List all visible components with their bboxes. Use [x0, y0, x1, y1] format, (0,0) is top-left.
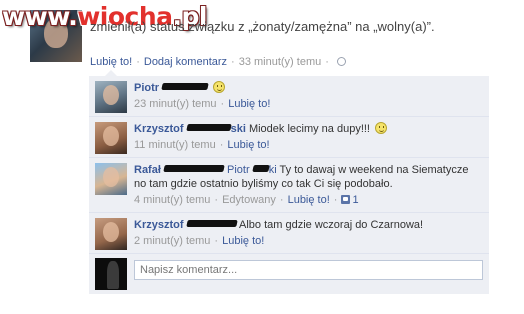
redaction-mark	[185, 220, 238, 227]
comment-text: Miodek lecimy na dupy!!!	[248, 123, 370, 135]
comments-list: Piotr 23 minut(y) temu · Lubię to! Krzyszt…	[89, 76, 489, 294]
post-timestamp[interactable]: 33 minut(y) temu	[239, 56, 322, 68]
comment-like-link[interactable]: Lubię to!	[222, 235, 264, 247]
comment-item: Rafał Piotr ki Ty to dawaj w weekend na …	[89, 158, 489, 213]
like-count[interactable]: 1	[352, 194, 358, 206]
commenter-avatar[interactable]	[95, 122, 127, 154]
like-link[interactable]: Lubię to!	[90, 56, 132, 68]
post-actions: Lubię to! · Dodaj komentarz · 33 minut(y) te…	[90, 56, 346, 68]
edited-label[interactable]: Edytowany	[222, 194, 276, 206]
redaction-mark	[185, 124, 232, 131]
commenter-avatar[interactable]	[95, 81, 127, 113]
comment-item: Piotr 23 minut(y) temu · Lubię to!	[89, 76, 489, 117]
comment-composer	[89, 254, 489, 294]
commenter-avatar[interactable]	[95, 163, 127, 195]
comment-timestamp[interactable]: 2 minut(y) temu	[134, 235, 210, 247]
smiley-icon	[213, 81, 226, 93]
comment-item: Krzysztof Albo tam gdzie wczoraj do Czar…	[89, 213, 489, 254]
add-comment-link[interactable]: Dodaj komentarz	[144, 56, 227, 68]
comment-author[interactable]: Piotr	[134, 82, 159, 94]
globe-icon	[336, 57, 346, 66]
comment-author[interactable]: Rafał	[134, 164, 225, 176]
thumbs-up-icon	[341, 195, 351, 204]
redaction-mark	[161, 83, 209, 90]
comment-like-link[interactable]: Lubię to!	[228, 98, 270, 110]
comment-text: Albo tam gdzie wczoraj do Czarnowa!	[239, 219, 424, 231]
redaction-mark	[251, 165, 270, 172]
mention-link[interactable]: Piotr ki	[227, 164, 277, 176]
comment-input[interactable]	[134, 260, 483, 280]
redaction-mark	[163, 165, 225, 172]
comment-author[interactable]: Krzysztof	[134, 219, 238, 231]
comment-like-link[interactable]: Lubię to!	[288, 194, 330, 206]
status-update-text: zmienił(a) status związku z „żonaty/zamę…	[90, 19, 435, 34]
comment-like-link[interactable]: Lubię to!	[227, 139, 269, 151]
commenter-avatar[interactable]	[95, 218, 127, 250]
current-user-avatar	[95, 258, 127, 290]
comment-item: Krzysztof ski Miodek lecimy na dupy!!! 1…	[89, 117, 489, 158]
smiley-icon	[375, 122, 388, 134]
comment-author[interactable]: Krzysztof ski	[134, 123, 246, 135]
comment-timestamp[interactable]: 4 minut(y) temu	[134, 194, 210, 206]
comment-timestamp[interactable]: 23 minut(y) temu	[134, 98, 217, 110]
comment-timestamp[interactable]: 11 minut(y) temu	[134, 139, 216, 151]
